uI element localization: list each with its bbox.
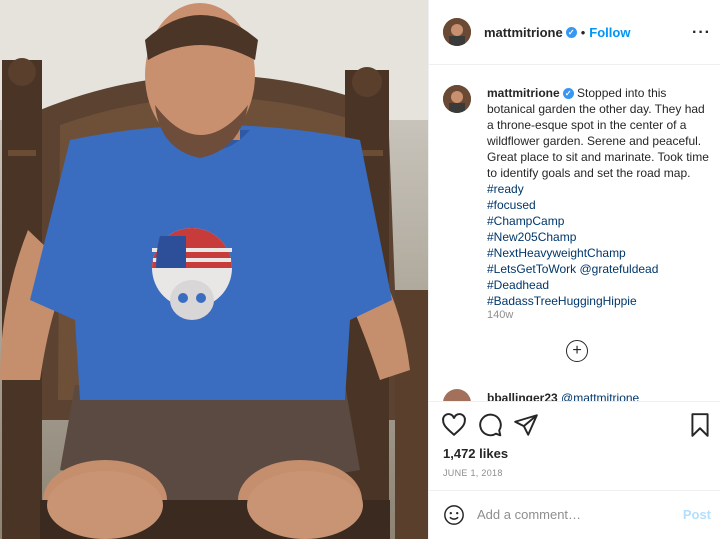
caption-verified-icon: ✓	[562, 88, 574, 100]
hashtag-link[interactable]: #ChampCamp	[487, 213, 711, 229]
add-comment-row: Post	[429, 490, 720, 541]
caption-timestamp: 140w	[487, 309, 514, 321]
bookmark-icon[interactable]	[687, 412, 713, 438]
separator-dot: •	[580, 25, 586, 40]
username-link[interactable]: mattmitrione	[484, 25, 563, 40]
comment-preview: bballinger23 @mattmitrione	[487, 391, 639, 401]
post-comment-button[interactable]: Post	[683, 507, 711, 522]
avatar[interactable]	[443, 18, 471, 46]
comment-mention[interactable]: @mattmitrione	[561, 391, 639, 401]
comment-avatar[interactable]	[443, 389, 471, 401]
more-options-icon[interactable]: ···	[692, 24, 711, 42]
caption-text: mattmitrione ✓ Stopped into this botanica…	[487, 85, 711, 309]
verified-badge-icon: ✓	[565, 27, 577, 39]
caption-last-line: #LetsGetToWork @gratefuldead	[487, 261, 711, 277]
hashtag-link[interactable]: #BadassTreeHuggingHippie	[487, 293, 711, 309]
caption-username[interactable]: mattmitrione	[487, 86, 560, 100]
post-actions: 1,472 likes JUNE 1, 2018 Post	[429, 401, 720, 540]
share-icon[interactable]	[513, 412, 539, 438]
hashtag-link[interactable]: #ready	[487, 182, 524, 196]
hashtag-link[interactable]: #New205Champ	[487, 229, 711, 245]
post-date: JUNE 1, 2018	[443, 468, 503, 478]
caption-avatar-image	[443, 85, 471, 113]
caption-body: Stopped into this botanical garden the o…	[487, 86, 709, 180]
heart-icon[interactable]	[441, 412, 467, 438]
likes-count[interactable]: 1,472 likes	[443, 446, 508, 461]
comments-section[interactable]: mattmitrione ✓ Stopped into this botanica…	[429, 65, 720, 401]
post-image	[0, 0, 428, 539]
avatar-image	[443, 18, 471, 46]
post-photo[interactable]	[0, 0, 428, 539]
comment-icon[interactable]	[477, 412, 503, 438]
smiley-icon[interactable]	[443, 504, 465, 526]
header-user-row: mattmitrione ✓ • Follow	[484, 24, 630, 42]
comment-username[interactable]: bballinger23	[487, 391, 558, 401]
post-sidebar: mattmitrione ✓ • Follow ··· mattmitrione ✓ S…	[428, 0, 720, 539]
hashtag-link[interactable]: #NextHeavyweightChamp	[487, 245, 711, 261]
hashtag-link[interactable]: #focused	[487, 197, 711, 213]
hashtag-link[interactable]: #LetsGetToWork	[487, 262, 576, 276]
post-header: mattmitrione ✓ • Follow ···	[429, 0, 720, 65]
load-more-comments-icon[interactable]: +	[566, 340, 588, 362]
mention-link[interactable]: @gratefuldead	[580, 262, 659, 276]
comment-input[interactable]	[475, 506, 679, 523]
caption-avatar[interactable]	[443, 85, 471, 113]
hashtag-link[interactable]: #Deadhead	[487, 277, 711, 293]
follow-button[interactable]: Follow	[589, 25, 630, 40]
